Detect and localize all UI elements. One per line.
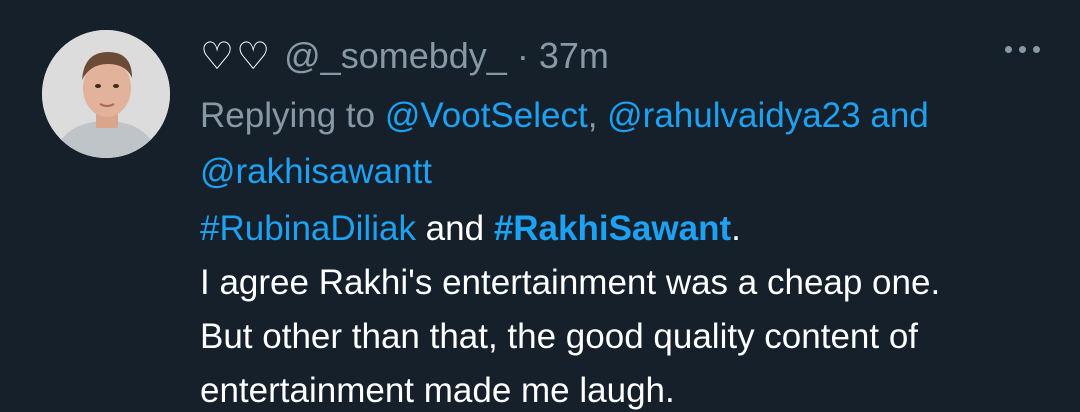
more-dot: [1005, 46, 1012, 53]
tweet-text: #RubinaDiliak and #RakhiSawant. I agree …: [200, 202, 1040, 412]
user-handle[interactable]: @_somebdy_: [284, 35, 507, 77]
hashtag-rubinadiliak[interactable]: #RubinaDiliak: [200, 209, 416, 248]
tweet[interactable]: ♡♡ @_somebdy_ · 37m Replying to @VootSel…: [0, 0, 1080, 412]
replying-and[interactable]: and: [861, 96, 928, 135]
tweet-line-4: entertainment made me laugh.: [200, 371, 675, 410]
more-options-icon[interactable]: [1005, 46, 1040, 53]
tweet-line-2: I agree Rakhi's entertainment was a chea…: [200, 263, 941, 302]
more-dot: [1033, 46, 1040, 53]
mention-rakhisawantt[interactable]: @rakhisawantt: [200, 152, 432, 191]
tweet-line-1: #RubinaDiliak and #RakhiSawant.: [200, 202, 1040, 256]
more-dot: [1019, 46, 1026, 53]
comma: ,: [587, 96, 608, 135]
hashtag-rakhisawant[interactable]: #RakhiSawant: [494, 209, 731, 248]
tweet-content: ♡♡ @_somebdy_ · 37m Replying to @VootSel…: [200, 30, 1040, 412]
avatar[interactable]: [42, 30, 170, 158]
period: .: [731, 209, 741, 248]
mention-rahulvaidya23[interactable]: @rahulvaidya23: [607, 96, 860, 135]
display-name[interactable]: ♡♡: [200, 34, 272, 79]
timestamp[interactable]: 37m: [539, 35, 609, 77]
replying-to-prefix: Replying to: [200, 96, 385, 135]
mention-vootselect[interactable]: @VootSelect: [385, 96, 588, 135]
separator-dot: ·: [516, 35, 529, 76]
and-text: and: [415, 209, 494, 248]
tweet-line-3: But other than that, the good quality co…: [200, 317, 919, 356]
avatar-image: [42, 30, 170, 158]
replying-to: Replying to @VootSelect, @rahulvaidya23 …: [200, 88, 1040, 200]
tweet-header: ♡♡ @_somebdy_ · 37m: [200, 30, 1040, 82]
